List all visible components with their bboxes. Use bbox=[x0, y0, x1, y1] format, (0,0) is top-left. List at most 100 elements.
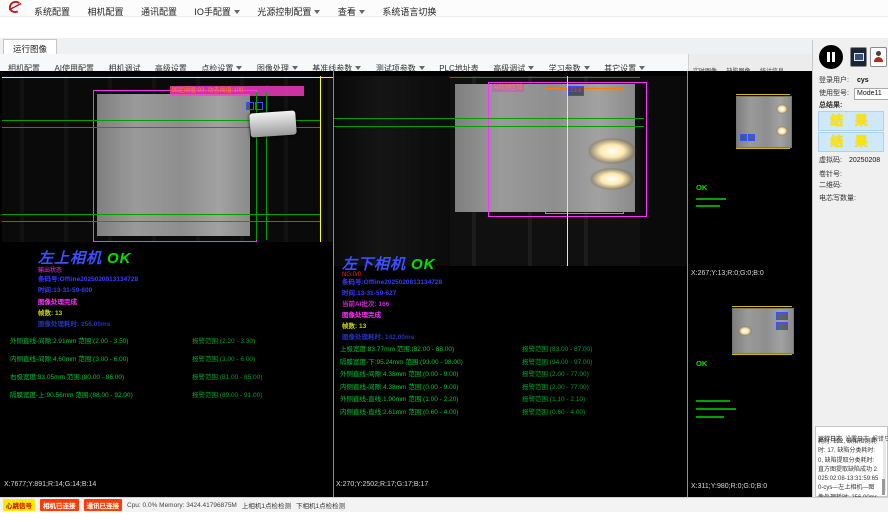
tiny-text-line bbox=[696, 400, 730, 402]
overlay-line bbox=[320, 76, 321, 242]
thumb2-pixel-coords: X:311;Y:980;R:0;G:0;B:0 bbox=[691, 483, 767, 490]
measurement-row: 内侧直线-间隙:4.38mm 范围:(0.00 - 9.00) bbox=[340, 385, 458, 392]
chevron-down-icon bbox=[359, 10, 365, 14]
total-result-label: 总结果: bbox=[819, 102, 842, 109]
left-camera-panel: 固定阈值:93, 动态阈值:100 左上相机OK 输出状态 条码号:Offlin… bbox=[2, 71, 333, 497]
virtual-code-label: 虚拟码: bbox=[819, 157, 842, 164]
reflection-highlight bbox=[588, 138, 636, 164]
marker-icon bbox=[776, 322, 788, 330]
log-scrollbar[interactable] bbox=[883, 439, 886, 491]
left-result-ok: OK bbox=[107, 250, 132, 267]
overlay-line bbox=[2, 77, 333, 78]
measurement-row: 内侧直线-直线:2.61mm 范围:(0.60 - 4.00) bbox=[340, 410, 458, 417]
comm-connected-badge: 通讯已连接 bbox=[84, 499, 123, 511]
log-scrollbar-thumb[interactable] bbox=[882, 479, 885, 495]
measurement-row: 上极宽度:83.77mm 范围:(82.00 - 88.00) bbox=[340, 347, 454, 354]
marker-icon bbox=[776, 312, 788, 320]
alarm-range: 报警范围:(2.00 - 77.00) bbox=[522, 372, 589, 379]
thumb1-pixel-coords: X:267;Y:13;R:0;G:0;B:0 bbox=[691, 270, 764, 277]
chevron-down-icon bbox=[528, 66, 534, 70]
alarm-range: 报警范围:(94.00 - 97.00) bbox=[522, 360, 592, 367]
qr-code-label: 二维码: bbox=[819, 182, 842, 189]
spot-check-link-lower[interactable]: 下相机1点检检测 bbox=[296, 500, 345, 510]
chevron-down-icon bbox=[639, 66, 645, 70]
user-value: cys bbox=[857, 77, 869, 84]
measurement-row: 隔膜宽度-上:90.56mm 范围:(88.00 - 92.00) bbox=[10, 393, 133, 400]
user-button[interactable] bbox=[870, 47, 887, 67]
center-process-done: 图像处理完成 bbox=[342, 313, 381, 320]
chevron-down-icon bbox=[292, 66, 298, 70]
alarm-range: 报警范围:(1.10 - 2.10) bbox=[522, 397, 585, 404]
camera-view-button[interactable] bbox=[850, 47, 867, 67]
overlay-line bbox=[567, 76, 568, 266]
winding-pin-label: 卷针号: bbox=[819, 171, 842, 178]
left-process-done: 图像处理完成 bbox=[38, 300, 77, 307]
right-sidebar: 登录用户: cys 使用型号: Mode11 总结果: 结 果 结 果 虚拟码:… bbox=[812, 40, 888, 497]
result-badge-1: 结 果 bbox=[818, 111, 884, 131]
menu-item-system-config[interactable]: 系统配置 bbox=[34, 5, 70, 18]
marker-icon bbox=[246, 102, 254, 110]
machine-frame bbox=[640, 76, 687, 266]
tiny-text-line bbox=[696, 408, 736, 410]
center-frame-count: 帧数: 13 bbox=[342, 324, 366, 331]
machine-frame bbox=[334, 76, 450, 266]
tiny-text-line bbox=[696, 205, 720, 207]
reflection-highlight bbox=[776, 126, 788, 136]
measure-line bbox=[2, 221, 320, 222]
reflection-highlight bbox=[590, 168, 634, 190]
left-time: 时间:13-31-59-600 bbox=[38, 288, 92, 295]
alarm-range: 报警范围:(2.00 - 77.00) bbox=[522, 385, 589, 392]
alarm-range: 报警范围:(0.60 - 4.00) bbox=[522, 410, 585, 417]
marker-icon bbox=[748, 134, 755, 141]
measurement-row: 隔膜宽度-下:95.24mm 范围:(93.00 - 98.00) bbox=[340, 360, 463, 367]
connector-part bbox=[249, 110, 297, 137]
menu-item-light-config[interactable]: 光源控制配置 bbox=[257, 5, 320, 18]
thumbnail-2[interactable]: OK bbox=[688, 280, 812, 478]
pause-button[interactable] bbox=[819, 45, 843, 69]
overlay-line bbox=[736, 94, 790, 95]
alarm-range: 报警范围:(2.20 - 3.30) bbox=[192, 339, 255, 346]
menu-item-view[interactable]: 查看 bbox=[338, 5, 365, 18]
left-camera-title: 左上相机OK bbox=[38, 251, 132, 266]
chevron-down-icon bbox=[314, 10, 320, 14]
chevron-down-icon bbox=[236, 66, 242, 70]
measurement-row: 外侧直线-间隙:4.38mm 范围:(0.00 - 9.00) bbox=[340, 372, 458, 379]
reflection-highlight bbox=[776, 104, 788, 114]
overlay-line bbox=[736, 148, 790, 149]
menu-item-io-config[interactable]: IO手配置 bbox=[194, 5, 240, 18]
chevron-down-icon bbox=[234, 10, 240, 14]
center-time: 时间:13-31-59-627 bbox=[342, 291, 396, 298]
center-camera-image[interactable]: AI检测区域 23.6 bbox=[334, 76, 687, 266]
left-output-status: 输出状态 bbox=[38, 268, 62, 274]
app-window: CYS-视觉检测系统 系统配置 相机配置 通讯配置 IO手配置 光源控制配置 查… bbox=[0, 0, 888, 522]
center-ai-line: 当前AI批次: 166 bbox=[342, 302, 389, 309]
left-camera-image[interactable]: 固定阈值:93, 动态阈值:100 bbox=[2, 76, 333, 242]
ai-region-label: AI检测区域 bbox=[492, 84, 524, 92]
chevron-down-icon bbox=[355, 66, 361, 70]
thumb2-ok-text: OK bbox=[696, 360, 707, 368]
reflection-highlight bbox=[738, 326, 752, 336]
log-text: 耗时: 222, 缺陷检测耗时: 17, 缺陷分类耗时: 0, 缺陷提取分类耗时… bbox=[818, 438, 880, 503]
tiny-text-line bbox=[696, 416, 724, 418]
menu-item-language-switch[interactable]: 系统语言切换 bbox=[382, 5, 436, 18]
alarm-range: 报警范围:(83.00 - 87.00) bbox=[522, 347, 592, 354]
user-label: 登录用户: bbox=[819, 77, 849, 84]
thumbnail-1[interactable]: OK bbox=[688, 74, 812, 268]
thumb1-ok-text: OK bbox=[696, 184, 707, 192]
center-ng-status: NG:0/0 bbox=[342, 272, 361, 278]
spot-check-link-upper[interactable]: 上相机1点检检测 bbox=[242, 500, 291, 510]
overlay-line bbox=[732, 306, 792, 307]
center-result-ok: OK bbox=[411, 256, 436, 273]
tab-row: 运行图像 bbox=[0, 38, 888, 55]
left-frame-count: 帧数: 13 bbox=[38, 311, 62, 318]
menu-item-camera-config[interactable]: 相机配置 bbox=[87, 5, 123, 18]
chevron-down-icon bbox=[419, 66, 425, 70]
alarm-range: 报警范围:(81.00 - 85.00) bbox=[192, 375, 262, 382]
menu-item-comm-config[interactable]: 通讯配置 bbox=[141, 5, 177, 18]
overlay-line bbox=[732, 354, 792, 355]
measurement-row: 右极宽度:83.05mm 范围:(80.00 - 86.00) bbox=[10, 375, 124, 382]
app-logo-icon bbox=[7, 0, 23, 19]
measure-line bbox=[334, 126, 644, 127]
model-input[interactable]: Mode11 bbox=[854, 88, 888, 100]
center-camera-title: 左下相机OK bbox=[342, 257, 436, 272]
